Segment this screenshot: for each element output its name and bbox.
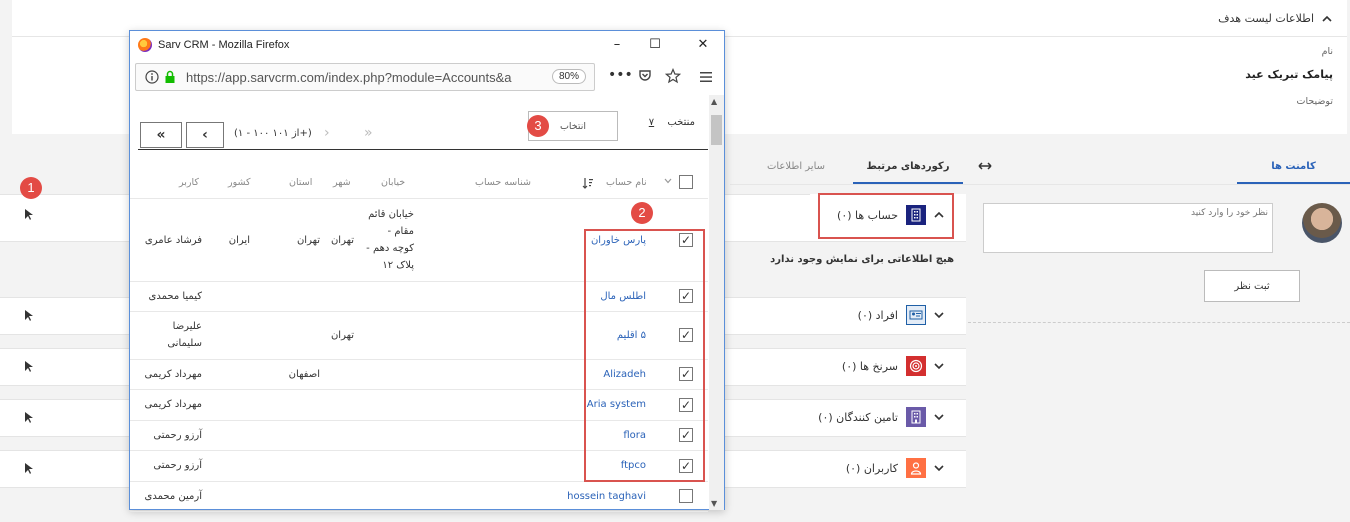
chevron-up-icon [1322,15,1332,22]
annotation-3: 3 [527,115,549,137]
user-cell: آرمین محمدی [144,490,202,502]
user-cell: کیمیا محمدی [148,290,202,302]
user-cell: آرزو رحمتی [153,460,202,471]
arrow-cursor-icon [25,361,33,372]
annotation-2: 2 [631,202,653,224]
panel-label: کاربران (۰) [845,461,898,475]
more-actions-icon[interactable]: ••• [608,67,633,83]
state-cell: اصفهان [288,368,320,380]
scroll-up-icon[interactable]: ▲ [711,97,717,106]
maximize-icon[interactable]: ☐ [644,36,666,54]
minimize-icon[interactable]: – [606,36,628,54]
user-icon [906,458,926,478]
account-name-link[interactable]: hossein taghavi [550,488,646,505]
pocket-icon[interactable] [638,69,652,83]
related-panel-users[interactable]: کاربران (۰) [846,458,944,478]
user-cell: آرزو رحمتی [153,429,202,441]
target-icon [906,356,926,376]
zoom-level[interactable]: 80% [551,69,586,84]
chevron-down-icon [934,363,944,370]
panel-label: سرنخ ها (۰) [841,359,898,373]
selected-text: منتخب [667,117,695,128]
close-icon[interactable]: ✕ [692,36,714,54]
chevron-down-icon [934,414,944,421]
comment-input[interactable] [983,203,1273,253]
col-street[interactable]: خیابان [381,177,405,188]
chevron-down-icon [934,465,944,472]
city-cell: تهران [330,234,354,246]
pagination-info: (۱ - ۱۰۰ از ۱۰۱+) [234,128,312,139]
row-divider [130,511,708,512]
scroll-down-icon[interactable]: ▼ [711,499,717,508]
related-panel-leads[interactable]: سرنخ ها (۰) [842,356,944,376]
first-page-button[interactable]: » [364,125,373,141]
col-user[interactable]: کاربر [179,177,199,188]
user-cell: مهرداد کریمی [144,368,202,380]
sort-icon[interactable] [582,177,594,189]
highlight-box [818,193,954,239]
window-titlebar: Sarv CRM - Mozilla Firefox – ☐ ✕ [130,31,724,61]
state-cell: تهران [296,234,320,246]
col-account-id[interactable]: شناسه حساب [475,177,531,188]
arrow-cursor-icon [25,209,33,220]
tab-comments[interactable]: کامنت ها [1237,150,1350,184]
panel-label: تامین کنندگان (۰) [818,410,898,424]
contact-card-icon [906,305,926,325]
scrollbar-thumb[interactable] [711,115,722,145]
name-label: نام [1321,46,1333,57]
last-page-button[interactable]: « [140,122,182,148]
arrow-cursor-icon [25,463,33,474]
arrow-cursor-icon [25,412,33,423]
col-state[interactable]: استان [289,177,312,188]
name-value: پیامک تبریک عید [1245,68,1333,81]
row-checkbox[interactable] [679,489,693,503]
selected-label: منتخب ۷ [649,117,695,128]
chevron-down-icon [934,312,944,319]
city-cell: تهران [330,329,354,341]
user-cell: مهرداد کریمی [144,399,202,410]
row-divider [130,198,708,199]
user-cell: علیرضا سلیمانی [167,321,202,349]
avatar [1302,203,1342,243]
info-icon[interactable] [145,70,159,84]
toolbar-divider [138,149,708,150]
section-title: اطلاعات لیست هدف [1218,12,1314,25]
country-cell: ایران [228,234,250,246]
firefox-logo-icon [138,38,152,52]
related-panel-contacts[interactable]: افراد (۰) [858,305,944,325]
col-city[interactable]: شهر [333,177,351,188]
lock-icon[interactable] [164,70,176,84]
no-data-message: هیچ اطلاعاتی برای نمایش وجود ندارد [770,254,954,265]
panel-label: افراد (۰) [857,308,898,322]
comment-divider [968,322,1350,323]
scrollbar[interactable]: ▲ ▼ [709,95,724,510]
col-country[interactable]: کشور [228,177,251,188]
menu-icon[interactable] [699,71,713,83]
arrow-cursor-icon [25,310,33,321]
next-page-button[interactable]: ‹ [186,122,224,148]
select-all-checkbox[interactable] [679,175,693,189]
selected-count[interactable]: ۷ [649,117,654,128]
col-account-name[interactable]: نام حساب [606,177,647,188]
user-cell: فرشاد عامری [144,234,202,246]
office-building-icon [906,407,926,427]
annotation-1: 1 [20,177,42,199]
street-cell: خیابان قائم مقام - کوچه دهم - پلاک ۱۲ [366,209,414,271]
star-icon[interactable] [665,68,681,84]
expand-horizontal-icon[interactable] [978,161,992,171]
comment-panel: ثبت نظر [968,185,1350,325]
related-panel-vendors[interactable]: تامین کنندگان (۰) [818,407,944,427]
description-label: توضیحات [1296,96,1333,107]
submit-comment-button[interactable]: ثبت نظر [1204,270,1300,302]
url-text: https://app.sarvcrm.com/index.php?module… [186,70,512,85]
chevron-down-icon[interactable] [664,178,672,184]
prev-page-button[interactable]: › [324,125,330,141]
window-title: Sarv CRM - Mozilla Firefox [158,39,290,51]
target-list-section-header[interactable]: اطلاعات لیست هدف [1218,12,1332,25]
url-bar[interactable]: https://app.sarvcrm.com/index.php?module… [135,63,595,91]
highlight-box [584,229,705,482]
